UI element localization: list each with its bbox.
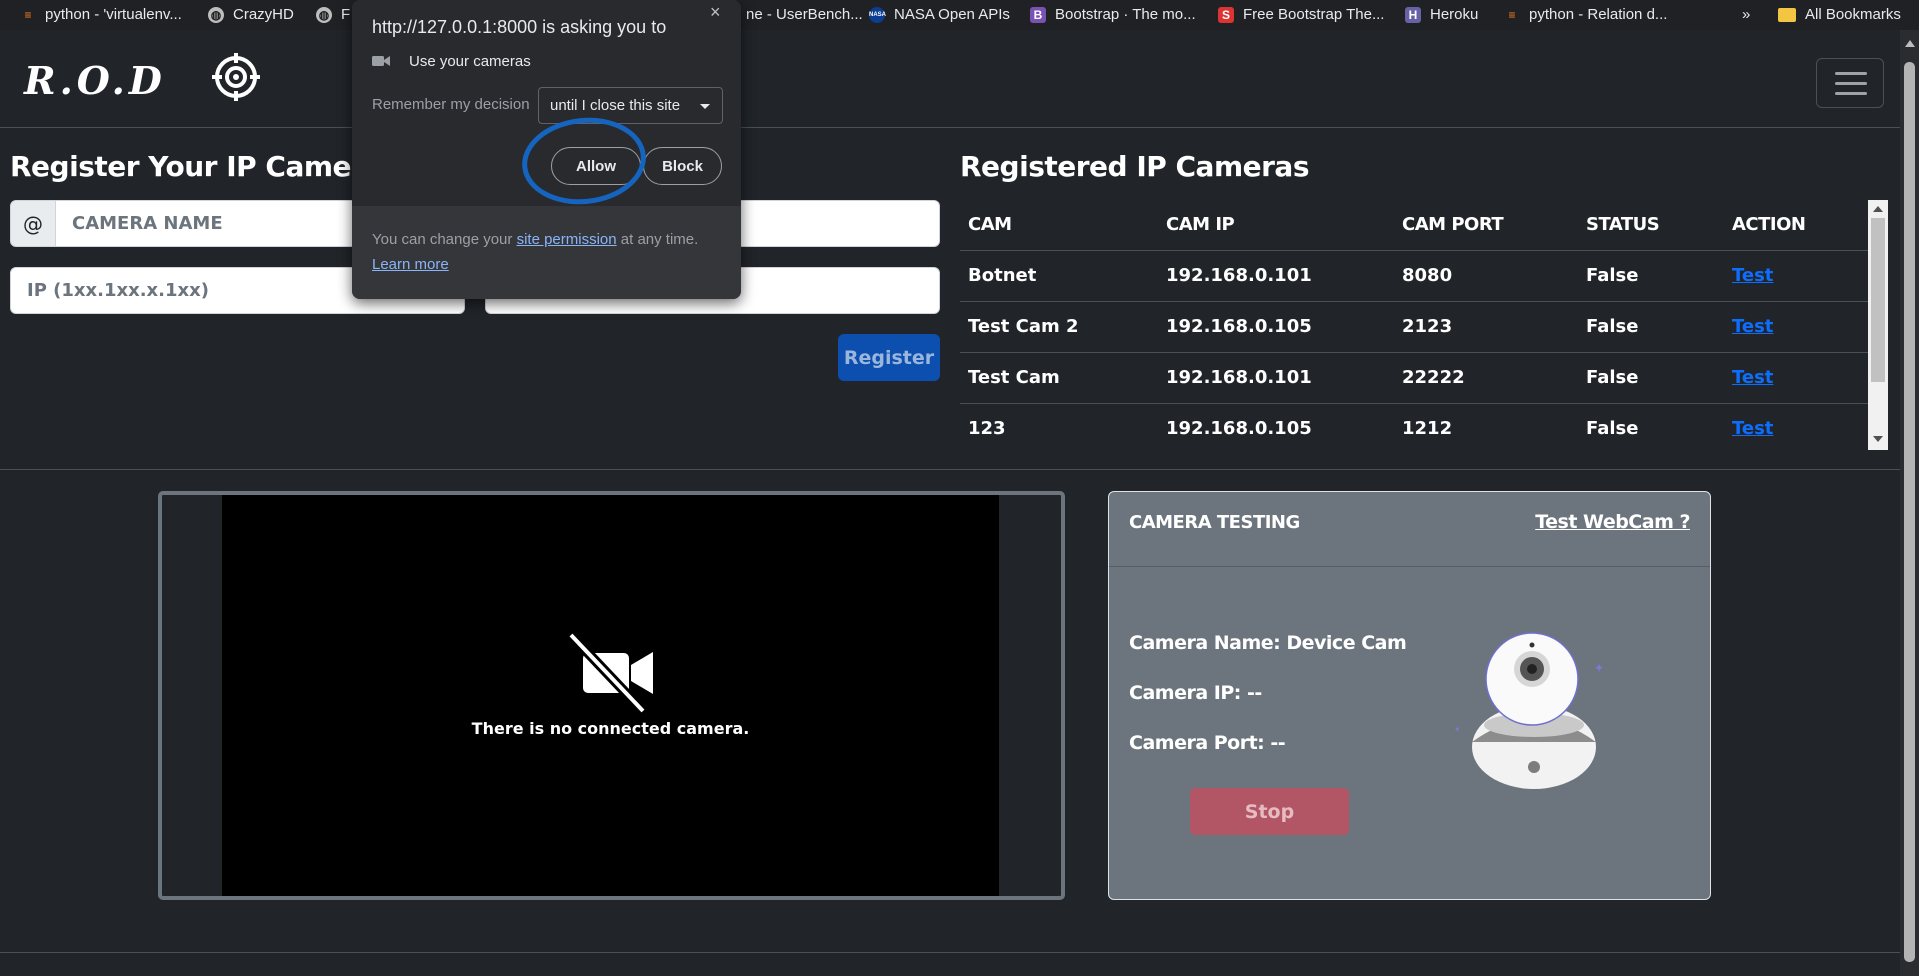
test-link[interactable]: Test bbox=[1732, 265, 1773, 286]
folder-icon bbox=[1778, 7, 1796, 22]
test-link[interactable]: Test bbox=[1732, 367, 1773, 388]
site-permission-link[interactable]: site permission bbox=[517, 231, 617, 248]
stop-button[interactable]: Stop bbox=[1190, 788, 1349, 835]
bookmarks-overflow-button[interactable]: » bbox=[1742, 6, 1750, 23]
test-link[interactable]: Test bbox=[1732, 418, 1773, 439]
bookmark-label: NASA Open APIs bbox=[894, 6, 1010, 23]
register-title: Register Your IP Camera bbox=[10, 150, 383, 183]
card-title: CAMERA TESTING bbox=[1129, 512, 1300, 533]
navbar: R.O.D bbox=[0, 30, 1900, 128]
stackoverflow-icon: ≡ bbox=[24, 7, 32, 22]
svg-text:✦: ✦ bbox=[1594, 661, 1604, 675]
popup-footer-text: You can change your site permission at a… bbox=[372, 231, 699, 248]
scroll-up-icon[interactable] bbox=[1873, 206, 1883, 212]
bookmark-label: CrazyHD bbox=[233, 6, 294, 23]
col-cam-ip: CAM IP bbox=[1158, 200, 1394, 251]
bookmark-bootstrap[interactable]: B Bootstrap · The mo... bbox=[1030, 6, 1196, 23]
test-link[interactable]: Test bbox=[1732, 316, 1773, 337]
section-divider bbox=[0, 469, 1900, 470]
cameras-table: CAM CAM IP CAM PORT STATUS ACTION Botnet… bbox=[960, 200, 1888, 450]
scroll-down-icon[interactable] bbox=[1873, 436, 1883, 442]
target-icon bbox=[212, 53, 260, 101]
bookmark-f[interactable]: ◍ F bbox=[316, 6, 350, 23]
camera-ip-line: Camera IP: -- bbox=[1129, 682, 1262, 704]
col-cam-port: CAM PORT bbox=[1394, 200, 1578, 251]
scrollbar-thumb[interactable] bbox=[1904, 62, 1915, 962]
bookmark-label: python - Relation d... bbox=[1529, 6, 1668, 23]
video-camera-icon bbox=[372, 56, 390, 66]
table-row: Botnet 192.168.0.101 8080 False Test bbox=[960, 250, 1868, 302]
bookmark-label: ne - UserBench... bbox=[746, 6, 863, 23]
remember-label: Remember my decision bbox=[372, 96, 530, 113]
test-webcam-link[interactable]: Test WebCam ? bbox=[1535, 511, 1690, 533]
svg-text:✦: ✦ bbox=[1454, 725, 1461, 734]
col-status: STATUS bbox=[1578, 200, 1724, 251]
learn-more-link[interactable]: Learn more bbox=[372, 256, 449, 273]
bookmarks-bar: ≡ python - 'virtualenv... ◍ CrazyHD ◍ F … bbox=[0, 0, 1919, 30]
permission-text: Use your cameras bbox=[409, 53, 531, 70]
bookmark-label: F bbox=[341, 6, 351, 23]
heroku-icon: H bbox=[1405, 6, 1421, 23]
at-addon: @ bbox=[10, 200, 56, 247]
popup-title: http://127.0.0.1:8000 is asking you to bbox=[372, 17, 667, 37]
camera-testing-card: CAMERA TESTING Test WebCam ? Camera Name… bbox=[1108, 491, 1711, 900]
globe-icon: ◍ bbox=[208, 6, 224, 23]
stackoverflow-icon: ≡ bbox=[1508, 7, 1516, 22]
table-row: Test Cam 192.168.0.101 22222 False Test bbox=[960, 352, 1868, 404]
bookmark-heroku[interactable]: H Heroku bbox=[1405, 6, 1478, 23]
bootstrap-icon: B bbox=[1030, 6, 1046, 23]
card-header: CAMERA TESTING Test WebCam ? bbox=[1109, 492, 1710, 567]
register-button[interactable]: Register bbox=[838, 334, 940, 381]
startbootstrap-icon: S bbox=[1218, 6, 1234, 23]
table-row: 123 192.168.0.105 1212 False Test bbox=[960, 403, 1868, 450]
bookmark-label: Heroku bbox=[1430, 6, 1479, 23]
all-bookmarks-button[interactable]: All Bookmarks bbox=[1778, 6, 1901, 23]
registered-title: Registered IP Cameras bbox=[960, 150, 1310, 183]
bookmark-label: Bootstrap · The mo... bbox=[1055, 6, 1196, 23]
camera-off-icon bbox=[567, 633, 653, 713]
menu-toggle-button[interactable] bbox=[1816, 58, 1884, 108]
col-cam: CAM bbox=[960, 200, 1158, 251]
table-scrollbar-thumb[interactable] bbox=[1871, 218, 1885, 382]
page-scrollbar[interactable] bbox=[1900, 30, 1919, 976]
no-camera-message: There is no connected camera. bbox=[471, 719, 750, 738]
camera-name-line: Camera Name: Device Cam bbox=[1129, 632, 1407, 654]
scroll-up-icon[interactable] bbox=[1905, 40, 1915, 47]
bookmark-label: python - 'virtualenv... bbox=[45, 6, 182, 23]
bookmark-python-relation[interactable]: ≡ python - Relation d... bbox=[1504, 6, 1667, 23]
table-row: Test Cam 2 192.168.0.105 2123 False Test bbox=[960, 301, 1868, 353]
bookmark-label: Free Bootstrap The... bbox=[1243, 6, 1385, 23]
col-action: ACTION bbox=[1724, 200, 1868, 251]
block-button[interactable]: Block bbox=[643, 147, 722, 185]
bookmark-python-virtualenv[interactable]: ≡ python - 'virtualenv... bbox=[20, 6, 182, 23]
bookmark-nasa[interactable]: NASA NASA Open APIs bbox=[869, 6, 1010, 23]
bookmark-userbench[interactable]: ne - UserBench... bbox=[746, 6, 863, 23]
bookmark-crazyhd[interactable]: ◍ CrazyHD bbox=[208, 6, 294, 23]
table-scrollbar[interactable] bbox=[1868, 200, 1888, 450]
close-icon[interactable]: × bbox=[710, 2, 721, 23]
nasa-icon: NASA bbox=[869, 6, 886, 23]
table-header-row: CAM CAM IP CAM PORT STATUS ACTION bbox=[960, 200, 1868, 251]
brand-logo[interactable]: R.O.D bbox=[24, 58, 166, 103]
globe-icon: ◍ bbox=[316, 6, 332, 23]
bookmark-free-bootstrap[interactable]: S Free Bootstrap The... bbox=[1218, 6, 1384, 23]
webcam-illustration-icon: ✦ ✦ bbox=[1454, 632, 1604, 789]
footer-divider bbox=[0, 952, 1900, 953]
camera-port-line: Camera Port: -- bbox=[1129, 732, 1286, 754]
chevron-down-icon bbox=[700, 104, 710, 109]
remember-decision-select[interactable]: until I close this site bbox=[538, 87, 723, 124]
